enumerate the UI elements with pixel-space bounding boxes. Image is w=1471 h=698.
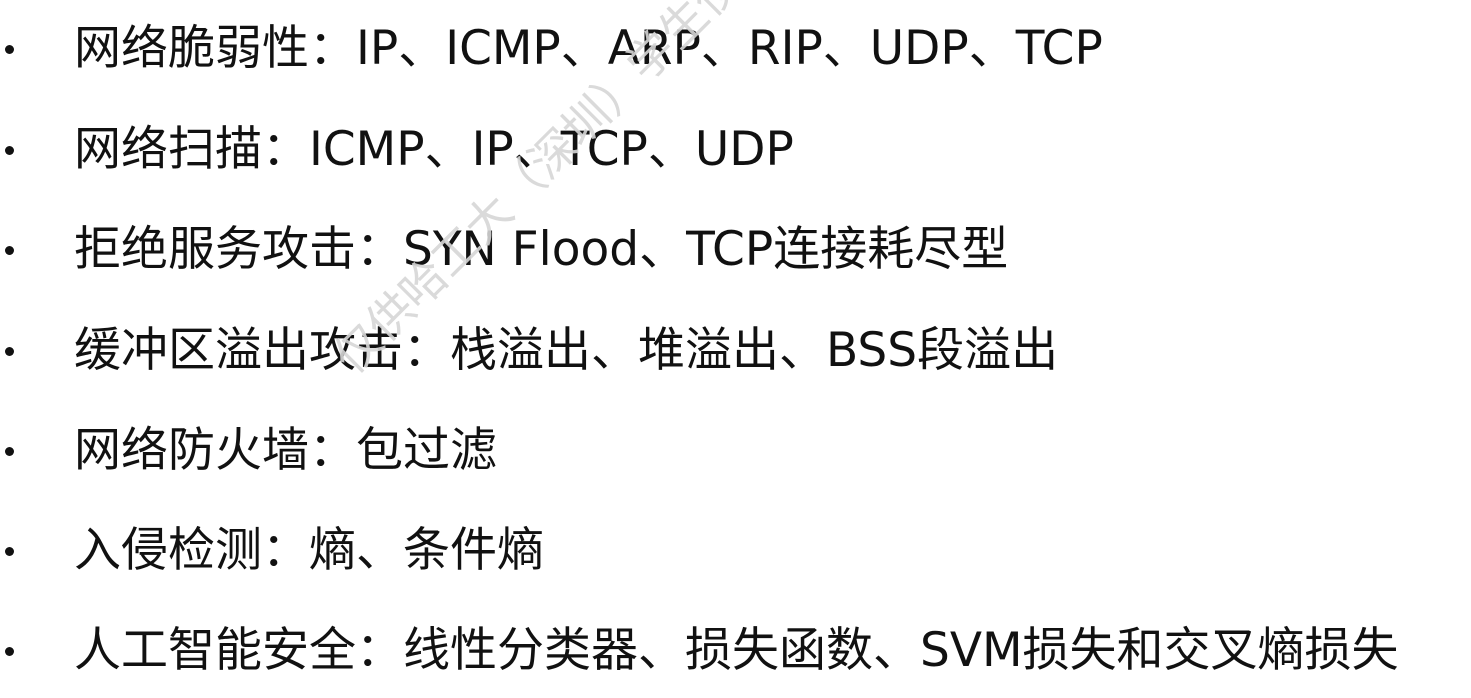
bullet-text: 网络防火墙：包过滤 <box>74 423 497 478</box>
bullet-text: 拒绝服务攻击：SYN Flood、TCP连接耗尽型 <box>74 222 1009 277</box>
list-item: 网络脆弱性：IP、ICMP、ARP、RIP、UDP、TCP <box>0 16 1471 96</box>
bullet-dot-icon <box>5 547 14 556</box>
bullet-dot-icon <box>5 647 14 656</box>
list-item: 人工智能安全：线性分类器、损失函数、SVM损失和交叉熵损失 <box>0 618 1471 698</box>
bullet-text: 人工智能安全：线性分类器、损失函数、SVM损失和交叉熵损失 <box>74 623 1399 678</box>
bullet-text: 网络扫描：ICMP、IP、TCP、UDP <box>74 122 794 177</box>
bullet-dot-icon <box>5 447 14 456</box>
bullet-text: 网络脆弱性：IP、ICMP、ARP、RIP、UDP、TCP <box>74 21 1103 76</box>
bullet-text: 入侵检测：熵、条件熵 <box>74 523 544 578</box>
bullet-dot-icon <box>5 146 14 155</box>
bullet-dot-icon <box>5 45 14 54</box>
bullet-text: 缓冲区溢出攻击：栈溢出、堆溢出、BSS段溢出 <box>74 323 1059 378</box>
list-item: 拒绝服务攻击：SYN Flood、TCP连接耗尽型 <box>0 217 1471 297</box>
list-item: 网络扫描：ICMP、IP、TCP、UDP <box>0 117 1471 197</box>
slide: 网络脆弱性：IP、ICMP、ARP、RIP、UDP、TCP 网络扫描：ICMP、… <box>0 0 1471 687</box>
list-item: 入侵检测：熵、条件熵 <box>0 518 1471 598</box>
list-item: 网络防火墙：包过滤 <box>0 418 1471 498</box>
bullet-dot-icon <box>5 347 14 356</box>
list-item: 缓冲区溢出攻击：栈溢出、堆溢出、BSS段溢出 <box>0 318 1471 398</box>
bullet-dot-icon <box>5 246 14 255</box>
